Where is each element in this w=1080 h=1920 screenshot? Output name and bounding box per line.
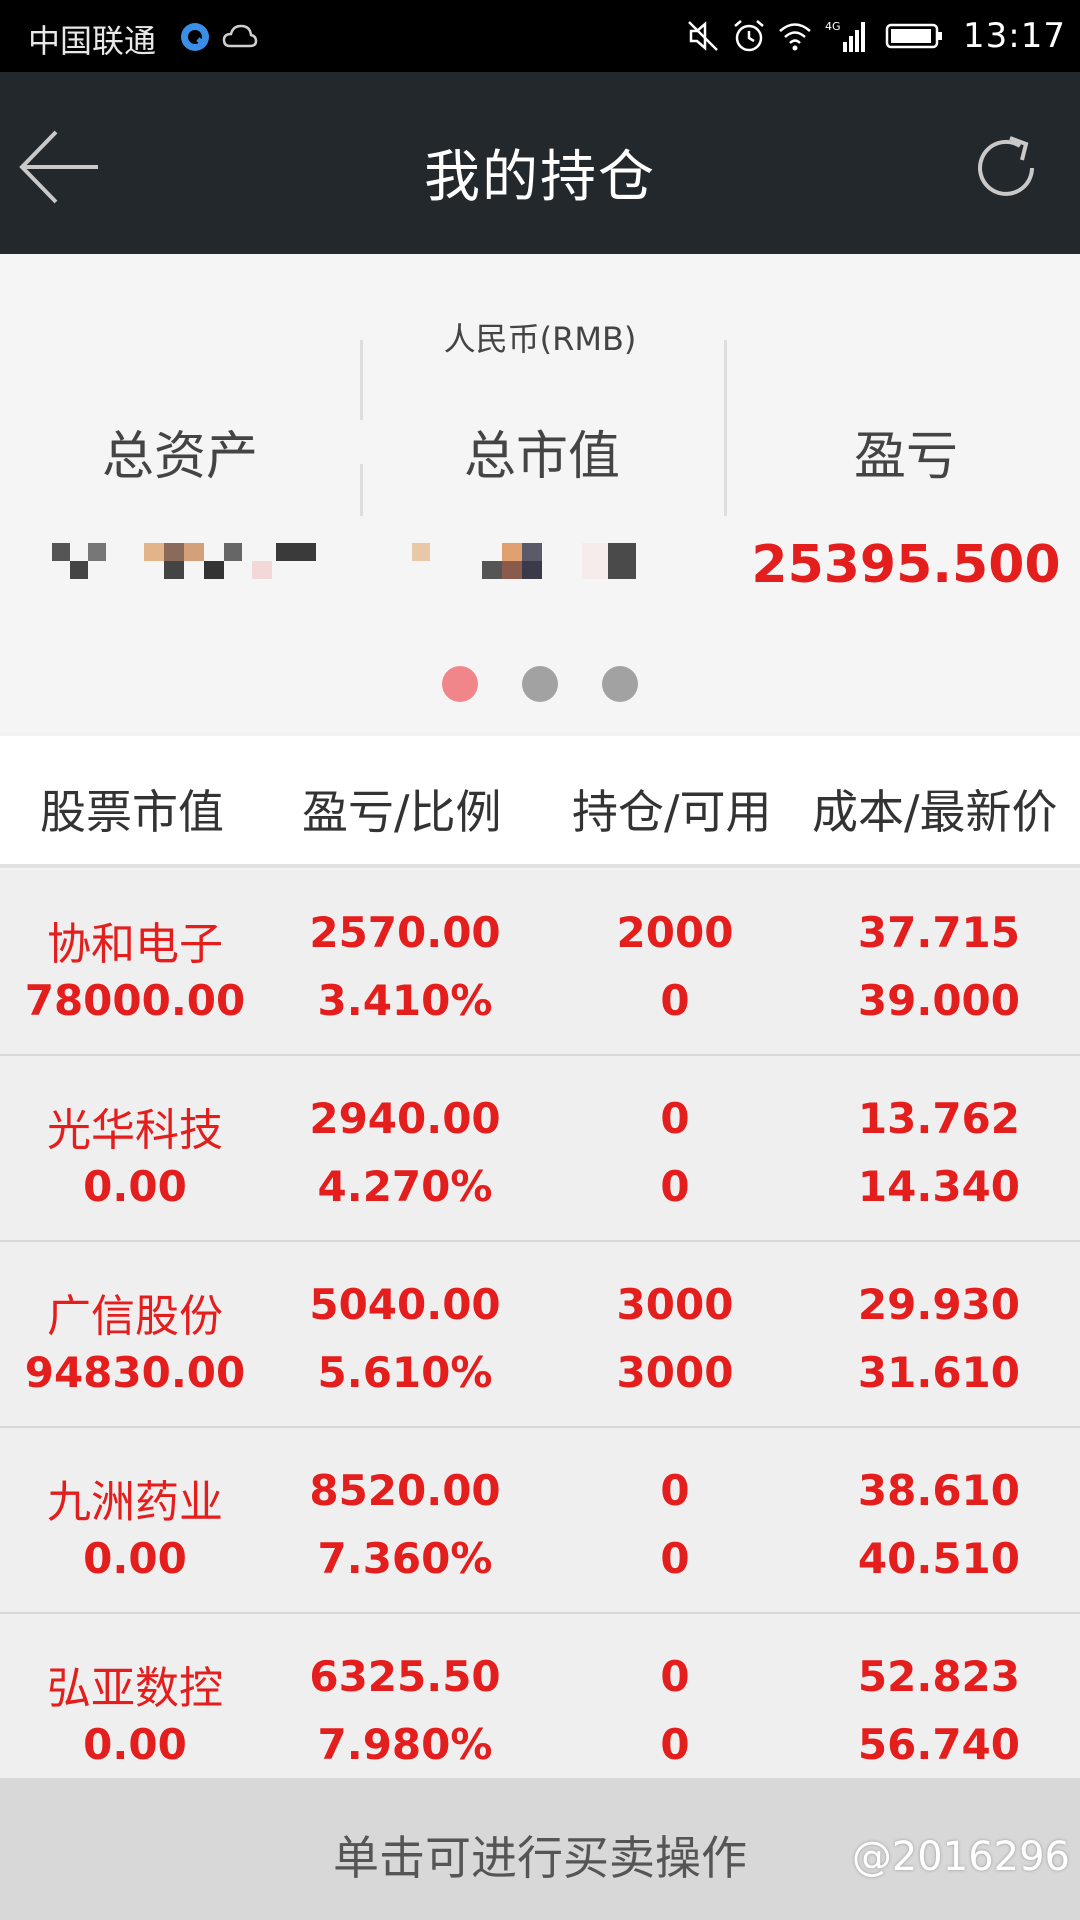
status-bar: 中国联通 4G 13:17: [0, 0, 1080, 72]
column-position-available: 持仓/可用: [572, 785, 772, 839]
asset-summary[interactable]: 人民币(RMB) 总资产 总市值 盈亏 25395.500: [0, 254, 1080, 732]
market-value-label: 总市值: [463, 427, 620, 487]
column-market-value: 股票市值: [40, 785, 224, 839]
watermark: @2016296: [851, 1834, 1070, 1880]
available-qty: 0: [660, 1720, 690, 1769]
profit-ratio: 5.610%: [317, 1348, 493, 1397]
table-row[interactable]: 光华科技 0.00 2940.00 4.270% 0 0 13.762 14.3…: [0, 1056, 1080, 1242]
position-qty: 2000: [616, 908, 734, 957]
stock-market-value: 94830.00: [24, 1348, 246, 1397]
mute-icon: [688, 21, 718, 51]
page-indicator: [0, 666, 1080, 702]
profit-value: 25395.500: [751, 535, 1061, 595]
latest-price: 40.510: [857, 1534, 1020, 1583]
latest-price: 39.000: [857, 976, 1020, 1025]
svg-text:4G: 4G: [825, 20, 841, 33]
profit-ratio: 3.410%: [317, 976, 493, 1025]
market-value-redacted: [362, 543, 722, 603]
latest-price: 56.740: [857, 1720, 1020, 1769]
stock-market-value: 0.00: [83, 1720, 187, 1769]
latest-price: 31.610: [857, 1348, 1020, 1397]
position-qty: 3000: [616, 1280, 734, 1329]
divider: [360, 340, 363, 420]
status-icons: 4G 13:17: [685, 10, 1066, 62]
holdings-list: 协和电子 78000.00 2570.00 3.410% 2000 0 37.7…: [0, 870, 1080, 1800]
alarm-icon: [734, 20, 764, 52]
stock-name: 广信股份: [47, 1291, 223, 1342]
total-assets-block: 总资产: [0, 414, 360, 634]
stock-name: 弘亚数控: [47, 1663, 223, 1714]
total-assets-value-redacted: [0, 543, 360, 603]
page-title: 我的持仓: [424, 145, 656, 210]
profit-ratio: 7.980%: [317, 1720, 493, 1769]
available-qty: 3000: [616, 1348, 734, 1397]
battery-icon: [885, 23, 943, 49]
profit-amount: 6325.50: [309, 1652, 501, 1701]
app-header: 我的持仓: [0, 72, 1080, 254]
signal-4g-icon: 4G: [825, 20, 866, 52]
table-row[interactable]: 弘亚数控 0.00 6325.50 7.980% 0 0 52.823 56.7…: [0, 1614, 1080, 1800]
page-dot-1[interactable]: [442, 666, 478, 702]
total-assets-label: 总资产: [101, 427, 258, 487]
profit-label: 盈亏: [853, 427, 958, 487]
profit-block: 盈亏 25395.500: [726, 414, 1080, 634]
weather-cloud-icon: [222, 24, 258, 48]
cost-price: 37.715: [857, 908, 1020, 957]
holdings-column-header: 股票市值 盈亏/比例 持仓/可用 成本/最新价: [0, 736, 1080, 868]
cost-price: 29.930: [857, 1280, 1020, 1329]
refresh-icon: [978, 136, 1034, 196]
market-value-block: 总市值: [362, 414, 722, 634]
page-dot-2[interactable]: [522, 666, 558, 702]
wifi-icon: [779, 23, 811, 51]
stock-market-value: 0.00: [83, 1534, 187, 1583]
carrier-label: 中国联通: [28, 22, 157, 60]
table-row[interactable]: 九洲药业 0.00 8520.00 7.360% 0 0 38.610 40.5…: [0, 1428, 1080, 1614]
app-screen: 中国联通 4G 13:17 我的持仓 人民币(RMB) 总资产 总市值 盈亏 2…: [0, 0, 1080, 1920]
clock: 13:17: [963, 16, 1066, 56]
available-qty: 0: [660, 1534, 690, 1583]
currency-label: 人民币(RMB): [443, 320, 637, 358]
position-qty: 0: [660, 1652, 690, 1701]
profit-amount: 8520.00: [309, 1466, 501, 1515]
stock-name: 协和电子: [47, 919, 223, 970]
page-dot-3[interactable]: [602, 666, 638, 702]
profit-ratio: 4.270%: [317, 1162, 493, 1211]
stock-name: 光华科技: [47, 1105, 223, 1156]
stock-name: 九洲药业: [47, 1477, 223, 1528]
available-qty: 0: [660, 1162, 690, 1211]
profit-amount: 5040.00: [309, 1280, 501, 1329]
stock-market-value: 78000.00: [24, 976, 246, 1025]
column-profit-ratio: 盈亏/比例: [302, 785, 502, 839]
refresh-button[interactable]: [968, 130, 1044, 206]
position-qty: 0: [660, 1466, 690, 1515]
profit-amount: 2940.00: [309, 1094, 501, 1143]
column-cost-price: 成本/最新价: [812, 785, 1058, 839]
table-row[interactable]: 协和电子 78000.00 2570.00 3.410% 2000 0 37.7…: [0, 870, 1080, 1056]
latest-price: 14.340: [857, 1162, 1020, 1211]
cost-price: 13.762: [857, 1094, 1020, 1143]
available-qty: 0: [660, 976, 690, 1025]
stock-market-value: 0.00: [83, 1162, 187, 1211]
table-row[interactable]: 广信股份 94830.00 5040.00 5.610% 3000 3000 2…: [0, 1242, 1080, 1428]
cost-price: 38.610: [857, 1466, 1020, 1515]
app-notification-icon: [181, 23, 209, 51]
profit-ratio: 7.360%: [317, 1534, 493, 1583]
cost-price: 52.823: [857, 1652, 1020, 1701]
profit-amount: 2570.00: [309, 908, 501, 957]
trade-hint-bar[interactable]: 单击可进行买卖操作 @2016296: [0, 1778, 1080, 1920]
position-qty: 0: [660, 1094, 690, 1143]
